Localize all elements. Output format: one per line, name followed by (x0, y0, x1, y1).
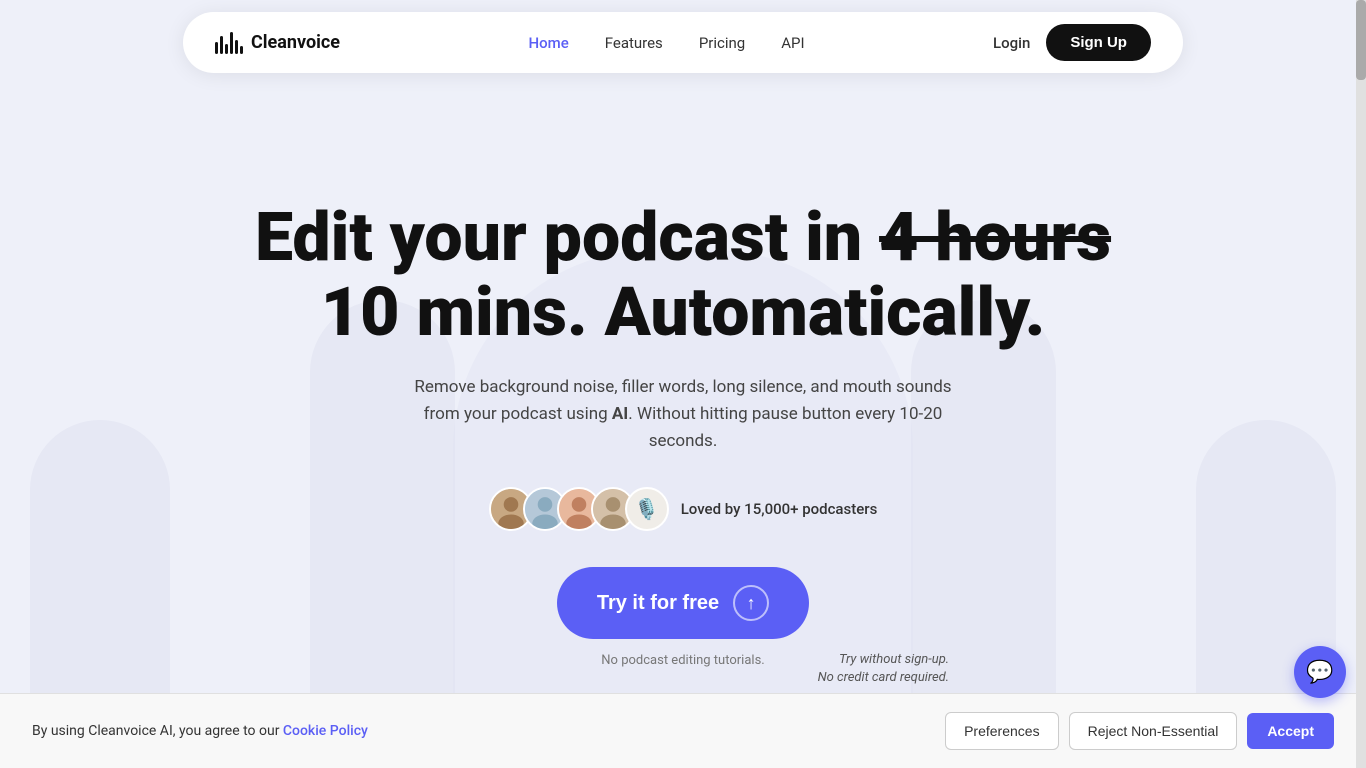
social-proof-text: Loved by 15,000+ podcasters (681, 500, 878, 518)
logo-icon (215, 32, 243, 54)
accept-button[interactable]: Accept (1247, 713, 1334, 749)
login-link[interactable]: Login (993, 34, 1030, 52)
title-part1: Edit your podcast in (255, 197, 879, 277)
avatar-5: 🎙️ (625, 487, 669, 531)
nav-api[interactable]: API (781, 34, 804, 52)
cta-wrapper: Try it for free ↑ No podcast editing tut… (557, 567, 809, 688)
main-content: Edit your podcast in 4 hours 10 mins. Au… (0, 0, 1366, 688)
navbar: Cleanvoice Home Features Pricing API Log… (183, 12, 1183, 73)
social-proof: 🎙️ Loved by 15,000+ podcasters (489, 487, 878, 531)
reject-button[interactable]: Reject Non-Essential (1069, 712, 1238, 750)
hero-subtitle: Remove background noise, filler words, l… (403, 374, 963, 456)
title-part2: 10 mins. Automatically. (321, 272, 1046, 352)
cta-note: No podcast editing tutorials. (601, 653, 764, 668)
scrollbar[interactable] (1356, 0, 1366, 768)
nav-actions: Login Sign Up (993, 24, 1151, 61)
annotation-text: Try without sign-up. No credit card requ… (818, 651, 950, 687)
hero-title: Edit your podcast in 4 hours 10 mins. Au… (255, 200, 1111, 350)
cookie-banner: By using Cleanvoice AI, you agree to our… (0, 693, 1366, 768)
cta-label: Try it for free (597, 592, 719, 615)
nav-links: Home Features Pricing API (528, 33, 804, 52)
cookie-actions: Preferences Reject Non-Essential Accept (945, 712, 1334, 750)
nav-features[interactable]: Features (605, 34, 663, 52)
title-strikethrough: 4 hours (879, 197, 1111, 277)
avatars-group: 🎙️ (489, 487, 669, 531)
nav-home[interactable]: Home (528, 34, 568, 52)
logo-link[interactable]: Cleanvoice (215, 32, 340, 54)
try-free-button[interactable]: Try it for free ↑ (557, 567, 809, 639)
chat-icon: 💬 (1306, 660, 1333, 685)
preferences-button[interactable]: Preferences (945, 712, 1058, 750)
cookie-text: By using Cleanvoice AI, you agree to our… (32, 723, 368, 739)
hero-section: Edit your podcast in 4 hours 10 mins. Au… (255, 100, 1111, 688)
logo-text: Cleanvoice (251, 32, 340, 53)
chat-bubble[interactable]: 💬 (1294, 646, 1346, 698)
cookie-policy-link[interactable]: Cookie Policy (283, 723, 368, 739)
signup-button[interactable]: Sign Up (1046, 24, 1151, 61)
cta-arrow-icon: ↑ (733, 585, 769, 621)
nav-pricing[interactable]: Pricing (699, 34, 745, 52)
